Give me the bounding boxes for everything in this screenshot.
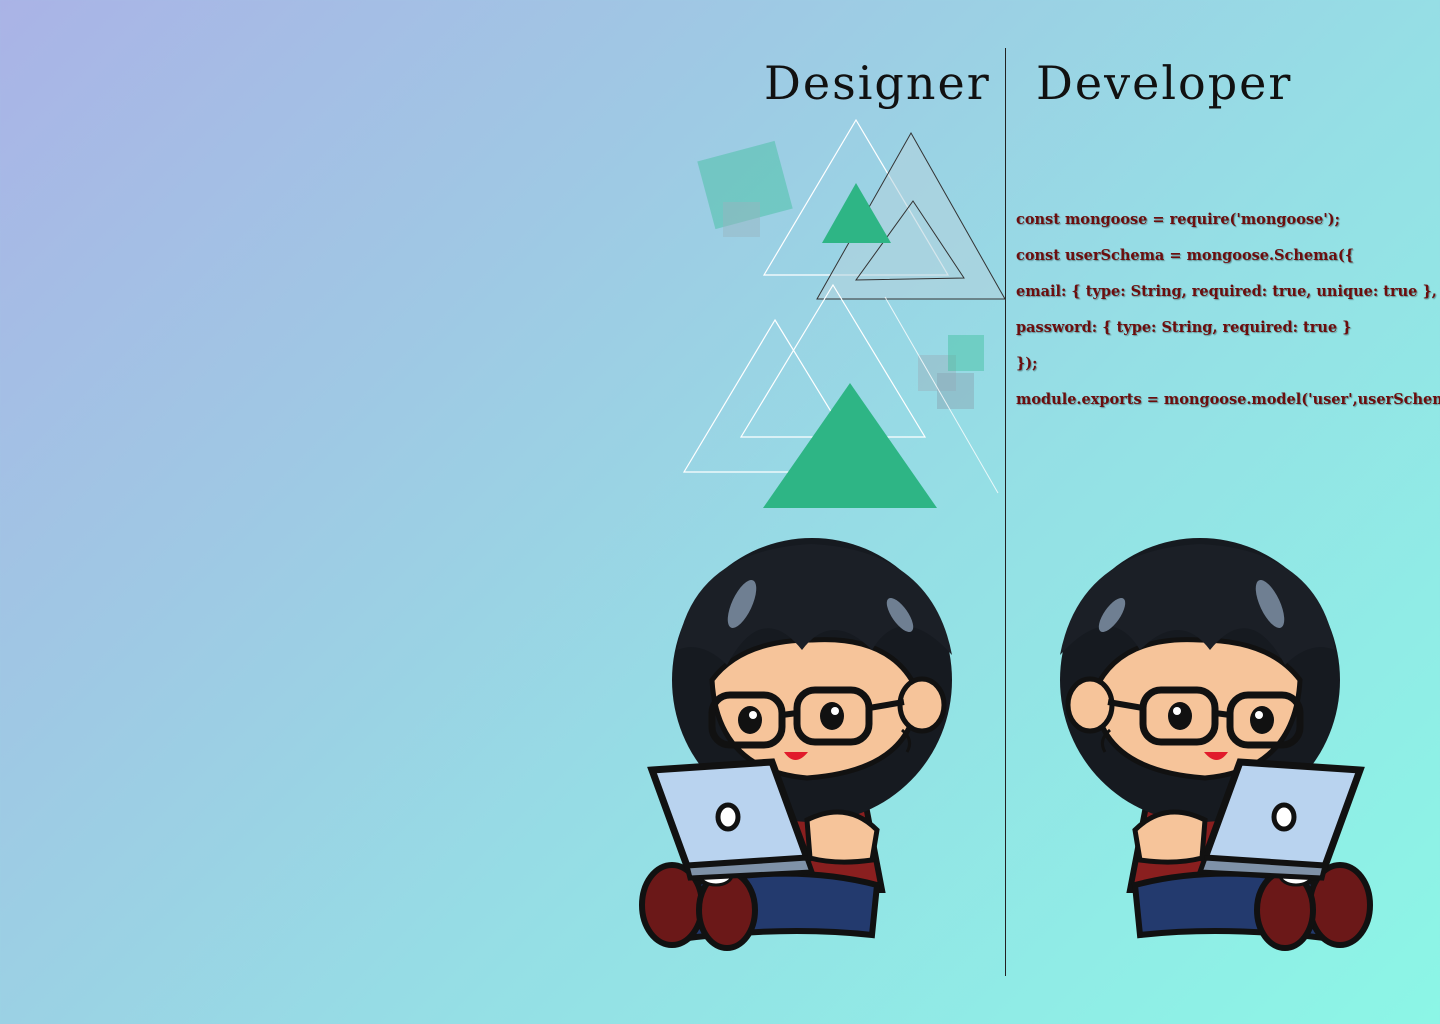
code-line: const userSchema = mongoose.Schema({ xyxy=(1016,247,1355,264)
code-block: const mongoose = require('mongoose'); co… xyxy=(1016,206,1440,422)
designer-geometric-art xyxy=(680,115,1010,519)
designer-title: Designer xyxy=(764,56,991,110)
developer-avatar-icon xyxy=(1040,530,1380,964)
code-line: module.exports = mongoose.model('user',u… xyxy=(1016,391,1440,408)
code-line: }); xyxy=(1016,355,1038,372)
code-line: const mongoose = require('mongoose'); xyxy=(1016,211,1340,228)
character-with-laptop-icon xyxy=(639,538,952,951)
code-line: password: { type: String, required: true… xyxy=(1016,319,1352,336)
developer-title: Developer xyxy=(1036,56,1293,110)
designer-avatar-icon xyxy=(632,530,972,964)
code-line: email: { type: String, required: true, u… xyxy=(1016,283,1437,300)
character-with-laptop-icon xyxy=(1060,538,1373,951)
